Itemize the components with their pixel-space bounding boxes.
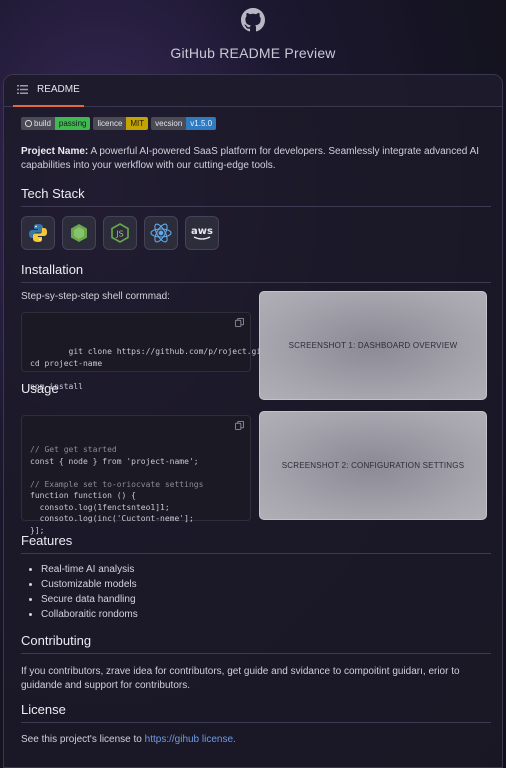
badge-value: passing (54, 117, 91, 130)
features-heading: Features (21, 533, 491, 554)
license-text-label: See this project's license to (21, 734, 145, 745)
page-title: GitHub README Preview (170, 45, 336, 61)
readme-panel: README build passing licence MIT vecsion… (3, 74, 503, 768)
tab-readme[interactable]: README (13, 75, 84, 107)
code-line: consoto.log(inc('Cuctont-neme']; (30, 514, 194, 523)
python-icon[interactable] (21, 216, 55, 250)
screenshot-caption: SCREENSHOT 2: CONFIGURATION SETTINGS (281, 461, 465, 470)
tab-bar: README (4, 75, 502, 107)
badge-row: build passing licence MIT vecsion v1.5.0 (21, 117, 491, 131)
screenshot-configuration[interactable]: SCREENSHOT 2: CONFIGURATION SETTINGS (259, 411, 487, 520)
badge-label: vecsion (151, 117, 187, 130)
license-heading: License (21, 702, 491, 723)
license-badge[interactable]: licence MIT (93, 117, 149, 130)
installation-heading: Installation (21, 262, 491, 283)
tab-label: README (37, 84, 80, 95)
code-line: // Example set to-oriocvate settings (30, 479, 204, 489)
usage-code-block: // Get get started const { node } from '… (21, 415, 251, 535)
contributing-heading: Contributing (21, 633, 491, 654)
tech-stack-heading: Tech Stack (21, 186, 491, 207)
github-small-icon (25, 120, 32, 127)
license-text: See this project's license to https://gi… (21, 733, 491, 747)
license-link[interactable]: https://gihub license. (145, 734, 236, 745)
badge-label: licence (93, 117, 127, 130)
github-logo-icon (241, 8, 265, 32)
install-code-block: git clone https://github.com/p/roject.gi… (21, 312, 266, 391)
react-icon[interactable] (144, 216, 178, 250)
project-description-text: A powerful AI-powered SaaS platform for … (21, 146, 480, 171)
svg-text:JS: JS (115, 230, 123, 239)
project-name-label: Project Name: (21, 146, 89, 157)
screenshot-caption: SCREENSHOT 1: DASHBOARD OVERVIEW (288, 341, 458, 350)
features-list: Real-time AI analysis Customizable model… (21, 562, 491, 622)
readme-content: build passing licence MIT vecsion v1.5.0… (21, 117, 491, 745)
code-line: consoto.log(1fenctsnteo1]1; (30, 502, 170, 512)
badge-label: build (34, 119, 51, 128)
project-description: Project Name: A powerful AI-powered SaaS… (21, 145, 491, 173)
tech-stack-icons: JS aws (21, 216, 491, 250)
contributing-text: If you contributors, zrave idea for cont… (21, 666, 460, 691)
list-item: Secure data handling (21, 592, 491, 607)
build-badge[interactable]: build passing (21, 117, 91, 130)
installation-lead: Step-sy-step-step shell cormmad: (21, 291, 170, 302)
badge-value: MIT (126, 117, 149, 130)
node-package-icon[interactable]: JS (103, 216, 137, 250)
code-line: function function () { (30, 491, 136, 500)
aws-icon[interactable]: aws (185, 216, 219, 250)
nodejs-icon[interactable] (62, 216, 96, 250)
list-icon (17, 85, 28, 94)
copy-icon[interactable] (235, 421, 244, 430)
list-item: Collaboraitic rondoms (21, 607, 491, 622)
code-line: const { node } from 'project-name'; (30, 456, 199, 466)
header: GitHub README Preview (0, 0, 506, 74)
aws-label: aws (191, 226, 213, 237)
version-badge[interactable]: vecsion v1.5.0 (151, 117, 217, 130)
usage-heading: Usage (21, 381, 59, 396)
screenshot-dashboard[interactable]: SCREENSHOT 1: DASHBOARD OVERVIEW (259, 291, 487, 400)
copy-icon[interactable] (235, 318, 244, 327)
badge-value: v1.5.0 (186, 117, 217, 130)
code-line: // Get get started (30, 445, 117, 454)
list-item: Customizable models (21, 577, 491, 592)
list-item: Real-time AI analysis (21, 562, 491, 577)
